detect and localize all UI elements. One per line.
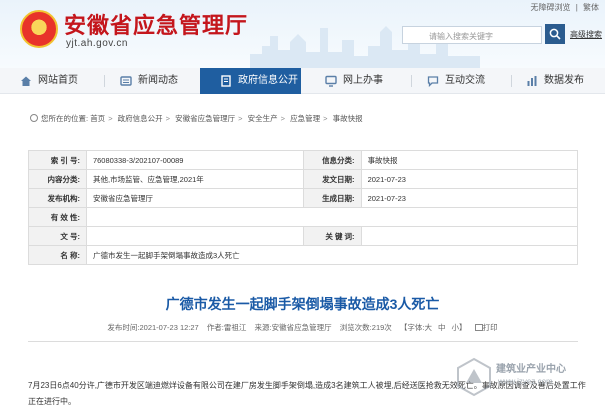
name-value: 广德市发生一起脚手架倒塌事故造成3人死亡 [85,245,579,265]
top-links: 无障碍浏览 | 繁体 [527,2,599,13]
index-no-label: 索 引 号: [28,150,87,170]
location-icon [30,114,38,122]
nav-item-data-release[interactable]: 数据发布 [526,68,605,94]
chart-icon [527,76,537,86]
category-value: 其他,市场监管、应急管理,2021年 [85,169,304,189]
source-label: 来源: [254,323,272,332]
table-row: 索 引 号: 76080338-3/202107-00089 信息分类: 事故快… [28,150,579,170]
search-icon [549,28,561,40]
main-nav: 网站首页 新闻动态 政府信息公开 网上办事 互动交流 数据发布 [0,68,605,94]
nav-item-news[interactable]: 新闻动态 [120,68,200,94]
font-small-button[interactable]: 小 [451,323,459,332]
article-meta: 发布时间:2021-07-23 12:27 作者:雷祖江 来源:安徽省应急管理厅… [0,322,605,333]
nav-divider [104,75,105,87]
nav-item-home[interactable]: 网站首页 [20,68,100,94]
search-input[interactable]: 请输入搜索关键字 [402,26,542,44]
home-icon [21,76,31,86]
table-row: 文 号: 关 键 词: [28,226,579,246]
views-count: 219 [371,323,385,332]
doc-no-label: 文 号: [28,226,87,246]
category-label: 内容分类: [28,169,87,189]
chat-icon [427,76,439,87]
font-size-label: 【字体: [399,323,425,332]
print-button[interactable]: 打印 [483,323,498,332]
table-row: 有 效 性: [28,207,579,227]
news-icon [120,76,132,86]
validity-label: 有 效 性: [28,207,87,227]
document-icon [221,75,231,87]
author-label: 作者: [206,323,224,332]
breadcrumb-item-gov-info[interactable]: 政府信息公开 [118,114,163,123]
table-row: 名 称: 广德市发生一起脚手架倒塌事故造成3人死亡 [28,245,579,265]
created-date-label: 生成日期: [302,188,362,208]
created-date-value: 2021-07-23 [360,188,579,208]
nav-divider [511,75,512,87]
breadcrumb-item-safety[interactable]: 安全生产 [248,114,278,123]
site-header: ★ 安徽省应急管理厅 yjt.ah.gov.cn 无障碍浏览 | 繁体 请输入搜… [0,0,605,68]
font-size-close: 】 [458,323,467,332]
watermark-logo-icon [457,357,491,397]
table-row: 内容分类: 其他,市场监管、应急管理,2021年 发文日期: 2021-07-2… [28,169,579,189]
print-icon[interactable] [474,324,483,331]
publish-date-value: 2021-07-23 [360,169,579,189]
publish-time-label: 发布时间: [107,323,140,332]
keywords-value [360,226,579,246]
font-large-button[interactable]: 大 [424,323,432,332]
validity-value [85,207,579,227]
source: 安徽省应急管理厅 [271,323,332,332]
article-title: 广德市发生一起脚手架倒塌事故造成3人死亡 [165,296,440,312]
publish-date-label: 发文日期: [302,169,362,189]
breadcrumb-item-home[interactable]: 首页 [90,114,105,123]
watermark-name: 建筑业产业中心 [496,364,566,375]
watermark: 建筑业产业中心 www.jzyez.com [456,357,605,401]
breadcrumb-item-emergency[interactable]: 应急管理 [290,114,320,123]
font-medium-button[interactable]: 中 [438,323,446,332]
national-emblem-icon: ★ [20,10,58,48]
accessibility-link[interactable]: 无障碍浏览 [530,3,570,12]
publish-time: 2021-07-23 12:27 [139,323,199,332]
author: 雷祖江 [223,323,247,332]
watermark-url: www.jzyez.com [498,377,553,386]
doc-no-value [85,226,304,246]
info-category-label: 信息分类: [302,150,362,170]
name-label: 名 称: [28,245,87,265]
breadcrumb: 您所在的位置: 首页 > 政府信息公开 > 安徽省应急管理厅 > 安全生产 > 应急管理… [30,113,363,124]
top-links-divider: | [575,3,578,12]
nav-divider [411,75,412,87]
index-no-value: 76080338-3/202107-00089 [85,150,304,170]
advanced-search-link[interactable]: 高级搜索 [570,29,602,40]
search-button[interactable] [545,24,565,44]
article-divider [28,341,578,342]
breadcrumb-item-accident-report[interactable]: 事故快报 [333,114,363,123]
info-table: 索 引 号: 76080338-3/202107-00089 信息分类: 事故快… [28,150,579,265]
publisher-label: 发布机构: [28,188,87,208]
breadcrumb-prefix: 您所在的位置: [41,114,89,123]
traditional-chinese-link[interactable]: 繁体 [583,3,599,12]
nav-item-online-service[interactable]: 网上办事 [325,68,405,94]
info-category-value: 事故快报 [360,150,579,170]
nav-item-gov-info[interactable]: 政府信息公开 [200,68,301,94]
views-label: 浏览次数: [339,323,372,332]
publisher-value: 安徽省应急管理厅 [85,188,304,208]
keywords-label: 关 键 词: [302,226,362,246]
site-url: yjt.ah.gov.cn [66,38,128,49]
site-title[interactable]: 安徽省应急管理厅 [64,8,248,40]
nav-item-interaction[interactable]: 互动交流 [427,68,507,94]
breadcrumb-item-dept[interactable]: 安徽省应急管理厅 [175,114,235,123]
monitor-icon [325,75,337,87]
table-row: 发布机构: 安徽省应急管理厅 生成日期: 2021-07-23 [28,188,579,208]
views-unit: 次 [384,323,392,332]
